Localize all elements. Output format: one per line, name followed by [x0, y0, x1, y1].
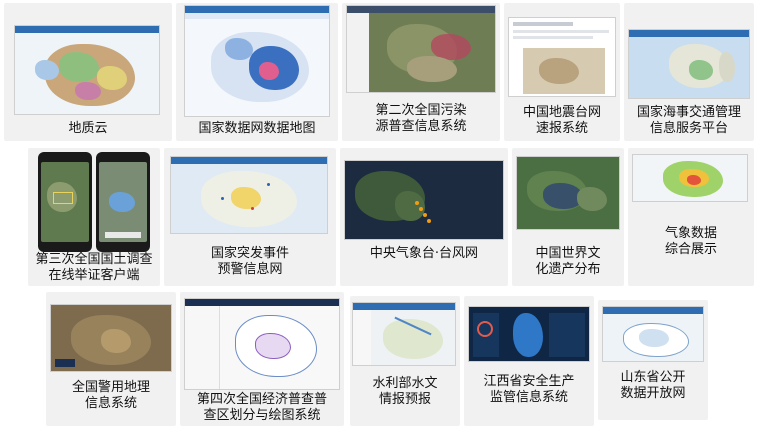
system-card-maritime-traffic[interactable]: 国家海事交通管理 信息服务平台 [624, 3, 754, 141]
typhoon-network-screenshot [344, 160, 504, 240]
economic-census-screenshot [184, 298, 340, 390]
geology-cloud-screenshot [14, 25, 160, 115]
earthquake-network-screenshot [508, 17, 616, 97]
system-label: 国家海事交通管理 信息服务平台 [636, 105, 741, 136]
emergency-warning-screenshot [170, 156, 328, 234]
system-label: 气象数据 综合展示 [664, 226, 717, 257]
system-card-earthquake-network[interactable]: 中国地震台网 速报系统 [504, 3, 620, 141]
system-label: 水利部水文 情报预报 [372, 376, 438, 407]
system-label: 第二次全国污染 源普查信息系统 [375, 103, 467, 134]
system-label: 国家突发事件 预警信息网 [210, 246, 289, 277]
world-heritage-screenshot [516, 156, 620, 230]
shandong-open-data-screenshot [602, 306, 704, 362]
system-card-geology-cloud[interactable]: 地质云 [4, 3, 172, 141]
system-label: 地质云 [68, 121, 108, 136]
system-label: 第四次全国经济普查普 查区划分与绘图系统 [196, 392, 327, 423]
system-card-pollution-census[interactable]: 第二次全国污染 源普查信息系统 [342, 3, 500, 141]
system-card-meteorological-data[interactable]: 气象数据 综合展示 [628, 148, 754, 286]
system-label: 江西省安全生产 监管信息系统 [483, 374, 575, 405]
pollution-census-screenshot [346, 5, 496, 93]
hydrology-screenshot [352, 302, 456, 366]
system-card-national-data-map[interactable]: 国家数据网数据地图 [176, 3, 338, 141]
maritime-traffic-screenshot [628, 29, 750, 99]
police-gis-screenshot [50, 304, 172, 372]
phone-screenshot-right [96, 152, 150, 252]
system-card-hydrology[interactable]: 水利部水文 情报预报 [350, 296, 460, 426]
system-card-economic-census[interactable]: 第四次全国经济普查普 查区划分与绘图系统 [180, 292, 344, 426]
system-card-world-heritage[interactable]: 中国世界文 化遗产分布 [512, 148, 624, 286]
system-card-police-gis[interactable]: 全国警用地理 信息系统 [46, 292, 176, 426]
national-data-map-screenshot [184, 5, 330, 117]
system-label: 中国世界文 化遗产分布 [535, 246, 601, 277]
system-label: 国家数据网数据地图 [198, 121, 316, 136]
jiangxi-safety-screenshot [468, 306, 590, 362]
meteorological-data-screenshot [632, 154, 748, 202]
system-label: 中央气象台·台风网 [369, 246, 479, 261]
system-card-emergency-warning[interactable]: 国家突发事件 预警信息网 [164, 148, 336, 286]
system-label: 第三次全国国土调查 在线举证客户端 [35, 252, 153, 283]
system-label: 中国地震台网 速报系统 [522, 105, 601, 136]
system-card-jiangxi-safety[interactable]: 江西省安全生产 监管信息系统 [464, 296, 594, 426]
phone-screenshot-left [38, 152, 92, 252]
system-card-shandong-open-data[interactable]: 山东省公开 数据开放网 [598, 300, 708, 420]
system-card-land-survey-app[interactable]: 第三次全国国土调查 在线举证客户端 [28, 148, 160, 286]
system-label: 山东省公开 数据开放网 [620, 370, 686, 401]
system-card-typhoon-network[interactable]: 中央气象台·台风网 [340, 148, 508, 286]
system-label: 全国警用地理 信息系统 [71, 380, 150, 411]
